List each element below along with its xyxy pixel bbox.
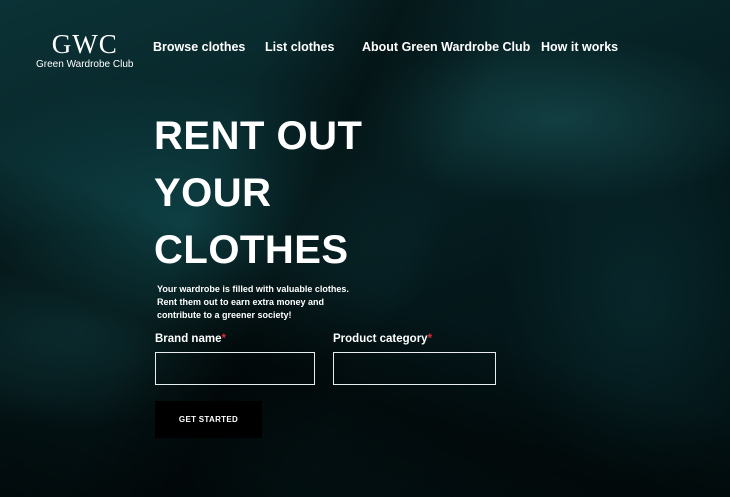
logo-mark: GWC [51, 29, 118, 59]
product-category-input[interactable] [333, 352, 496, 385]
hero-title-line: CLOTHES [154, 228, 349, 272]
product-category-label-text: Product category [333, 333, 428, 345]
hero-description-line: Your wardrobe is filled with valuable cl… [157, 284, 349, 294]
hero-title-line: RENT OUT [154, 114, 363, 158]
brand-name-input[interactable] [155, 352, 315, 385]
brand-name-label: Brand name* [155, 333, 226, 345]
hero-title: RENT OUT YOUR CLOTHES [154, 108, 362, 279]
hero-description-line: contribute to a greener society! [157, 310, 292, 320]
nav-list-clothes[interactable]: List clothes [265, 40, 334, 54]
logo-subtitle: Green Wardrobe Club [36, 59, 134, 70]
hero-title-line: YOUR [154, 171, 272, 215]
logo[interactable]: GWC Green Wardrobe Club [36, 30, 133, 70]
brand-name-label-text: Brand name [155, 333, 222, 345]
get-started-button[interactable]: GET STARTED [155, 401, 262, 438]
nav-about[interactable]: About Green Wardrobe Club [362, 40, 530, 54]
fabric-background [0, 0, 730, 497]
hero-description-line: Rent them out to earn extra money and [157, 297, 325, 307]
required-asterisk: * [221, 333, 226, 345]
required-asterisk: * [427, 333, 433, 345]
hero-description: Your wardrobe is filled with valuable cl… [157, 283, 367, 322]
nav-browse-clothes[interactable]: Browse clothes [153, 40, 245, 54]
nav-how-it-works[interactable]: How it works [541, 40, 618, 54]
product-category-label: Product category* [333, 333, 432, 345]
